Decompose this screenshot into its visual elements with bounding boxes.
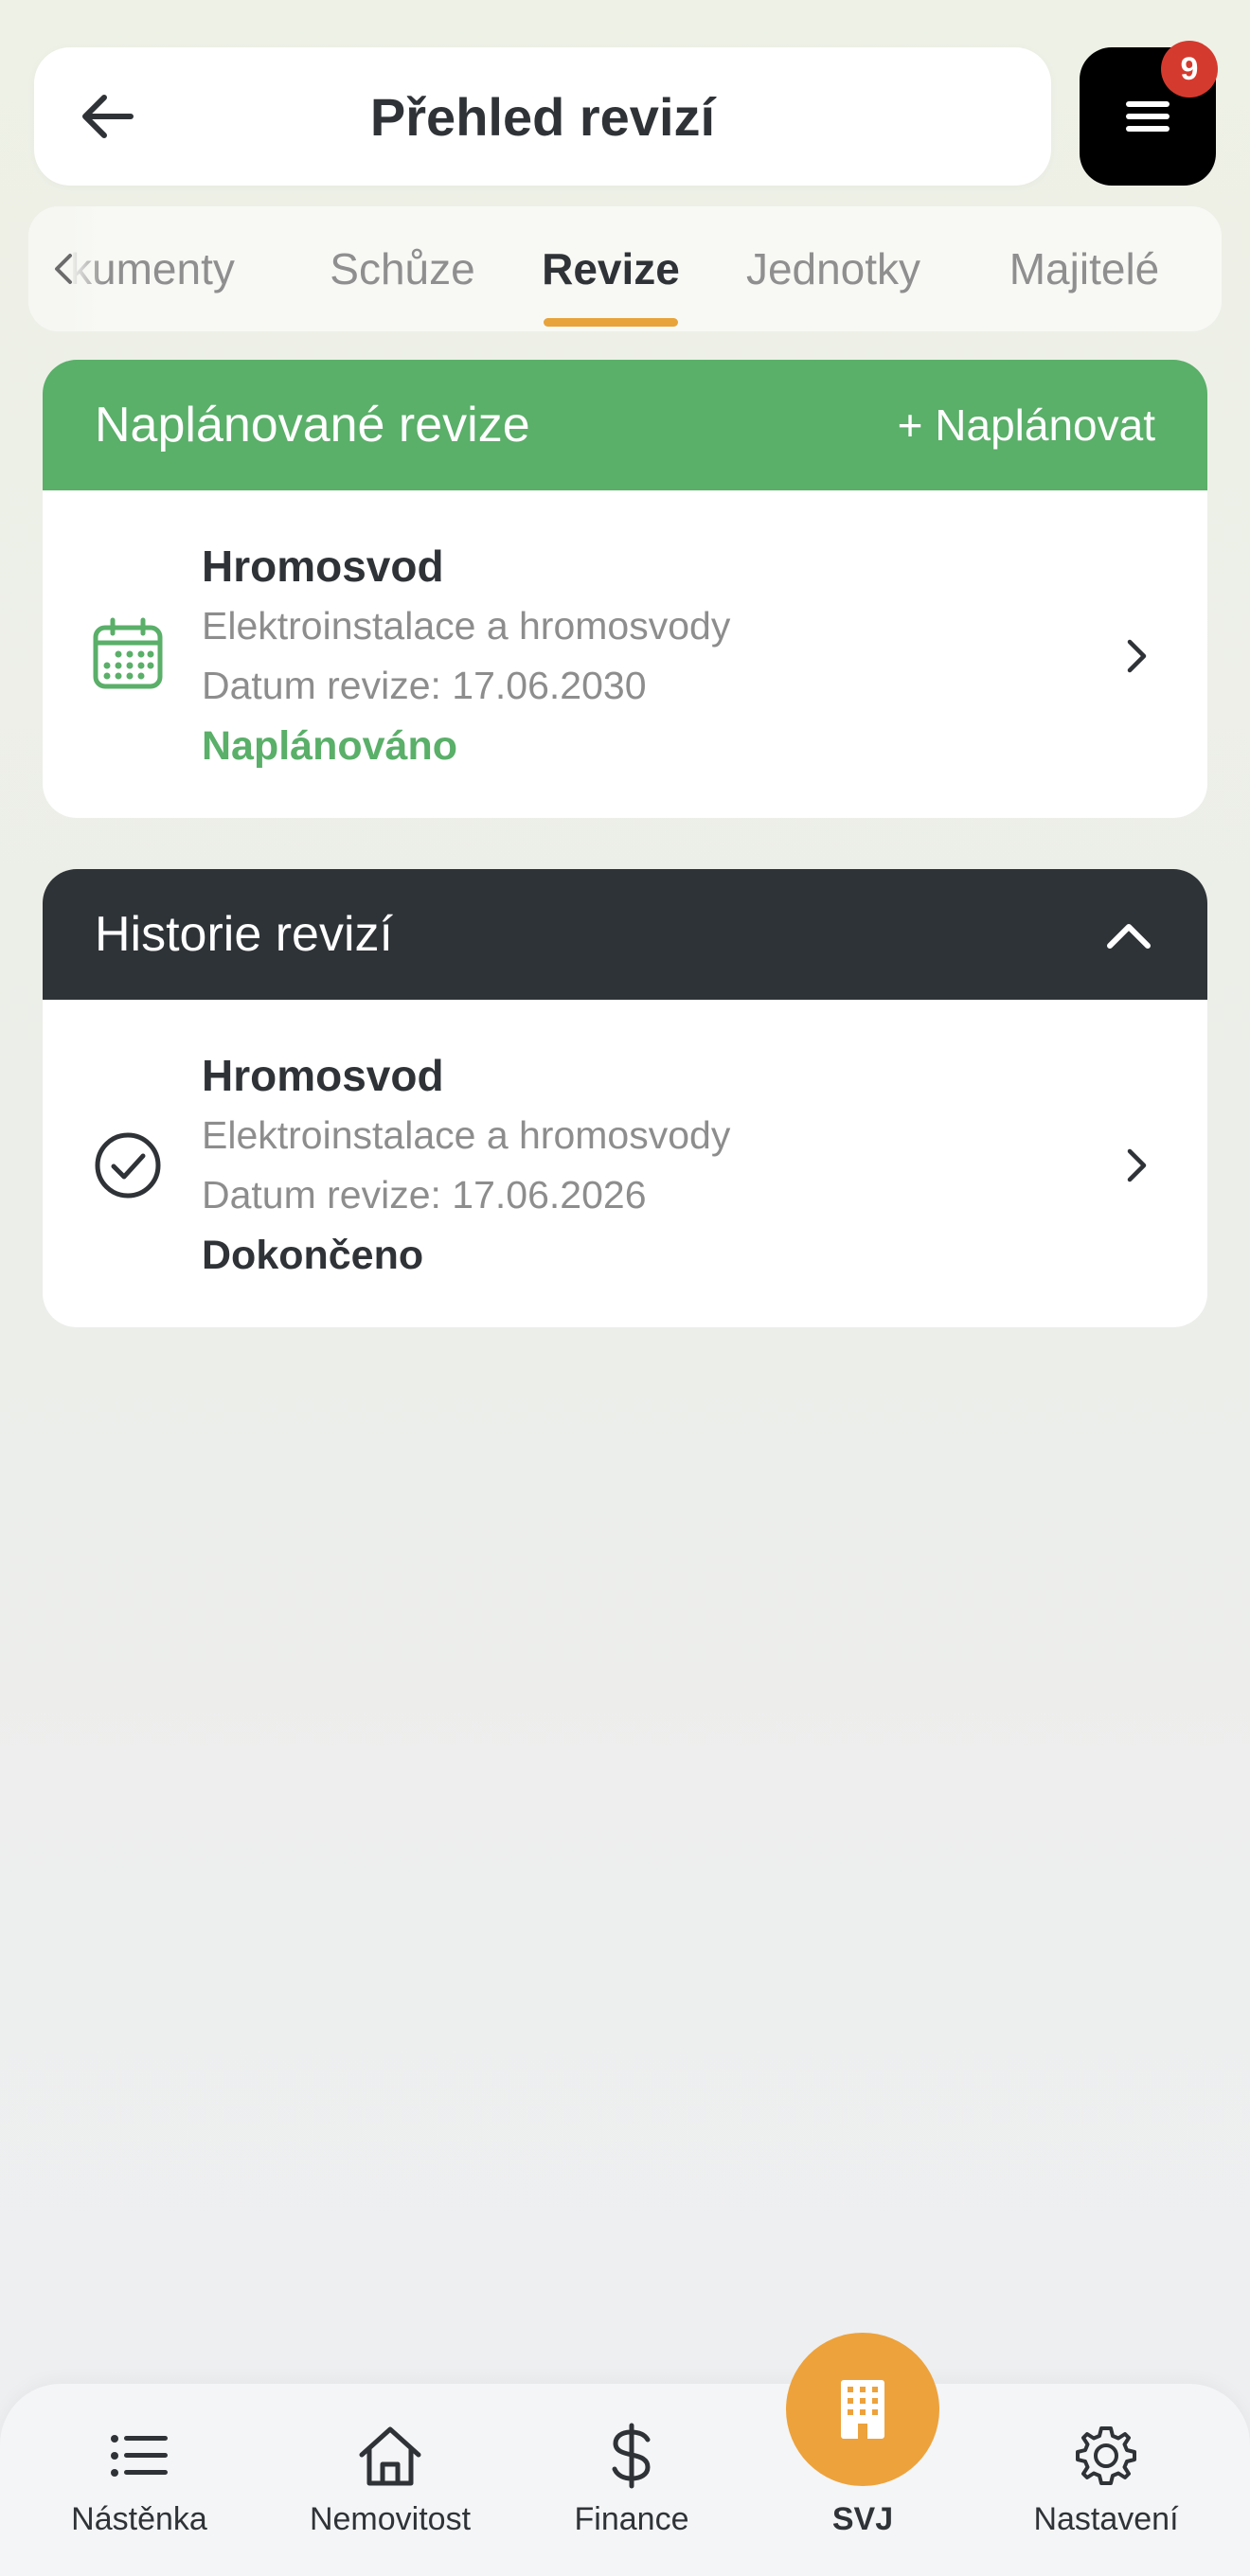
list-item[interactable]: Hromosvod Elektroinstalace a hromosvody … [43, 490, 1207, 818]
list-icon [111, 2435, 168, 2477]
arrow-left-icon [82, 95, 134, 138]
revision-category: Elektroinstalace a hromosvody [202, 1113, 731, 1157]
notification-badge: 9 [1161, 41, 1218, 98]
gear-icon [1076, 2426, 1136, 2485]
planned-revisions-header: Naplánované revize + Naplánovat [43, 360, 1207, 490]
building-icon [841, 2380, 884, 2439]
revision-status: Dokončeno [202, 1233, 424, 1278]
header-bar: Přehled revizí [34, 47, 1051, 186]
revision-date: Datum revize: 17.06.2026 [202, 1173, 647, 1217]
schedule-revision-button[interactable]: + Naplánovat [898, 400, 1155, 451]
tab-schuze[interactable]: Schůze [284, 206, 521, 331]
nav-item-nastenka[interactable]: Nástěnka [35, 2422, 243, 2545]
nav-item-finance[interactable]: Finance [527, 2422, 736, 2545]
tab-jednotky[interactable]: Jednotky [701, 206, 966, 331]
hamburger-menu-icon [1126, 101, 1170, 132]
nav-item-nemovitost[interactable]: Nemovitost [286, 2422, 494, 2545]
revision-status: Naplánováno [202, 723, 457, 769]
revision-details: Hromosvod Elektroinstalace a hromosvody … [202, 1045, 730, 1286]
bottom-navigation: Nástěnka Nemovitost Finance SVJ Nastaven… [0, 2384, 1250, 2576]
revision-title: Hromosvod [202, 542, 444, 591]
nav-label: Nastavení [1033, 2501, 1179, 2537]
revision-history-card: Historie revizí Hromosvod Elektroinstala… [43, 869, 1207, 1327]
active-tab-indicator [544, 318, 678, 327]
planned-revisions-title: Naplánované revize [95, 398, 530, 453]
tab-revize[interactable]: Revize [521, 206, 701, 331]
page-title: Přehled revizí [369, 86, 716, 147]
nav-label: Finance [574, 2501, 689, 2537]
svj-fab-button[interactable] [786, 2333, 939, 2486]
section-tabs: kumenty Schůze Revize Jednotky Majitelé [28, 206, 1222, 331]
list-item[interactable]: Hromosvod Elektroinstalace a hromosvody … [43, 1000, 1207, 1327]
chevron-right-icon [1127, 639, 1147, 673]
chevron-left-icon [55, 254, 72, 284]
nav-label: SVJ [831, 2501, 894, 2537]
nav-label: Nástěnka [71, 2501, 207, 2537]
tab-label: Jednotky [745, 244, 921, 293]
check-circle-icon [95, 1132, 161, 1199]
tabs-scroll-left-button[interactable] [28, 206, 104, 331]
back-button[interactable] [70, 79, 146, 154]
nav-label: Nemovitost [309, 2501, 472, 2537]
revision-history-header[interactable]: Historie revizí [43, 869, 1207, 1000]
house-icon [359, 2426, 421, 2486]
tab-label: Revize [542, 244, 680, 293]
dollar-icon [612, 2423, 651, 2489]
chevron-up-icon[interactable] [1102, 915, 1155, 953]
tab-majitele[interactable]: Majitelé [966, 206, 1203, 331]
planned-revisions-card: Naplánované revize + Naplánovat Hromosvo… [43, 360, 1207, 818]
revision-category: Elektroinstalace a hromosvody [202, 604, 731, 648]
revision-history-title: Historie revizí [95, 907, 393, 962]
calendar-icon [93, 617, 163, 689]
revision-title: Hromosvod [202, 1051, 444, 1100]
revision-details: Hromosvod Elektroinstalace a hromosvody … [202, 536, 730, 776]
nav-item-nastaveni[interactable]: Nastavení [1002, 2422, 1210, 2545]
chevron-right-icon [1127, 1148, 1147, 1182]
tab-label: Schůze [330, 244, 475, 293]
tab-label: Majitelé [1009, 244, 1160, 293]
revision-date: Datum revize: 17.06.2030 [202, 664, 647, 707]
